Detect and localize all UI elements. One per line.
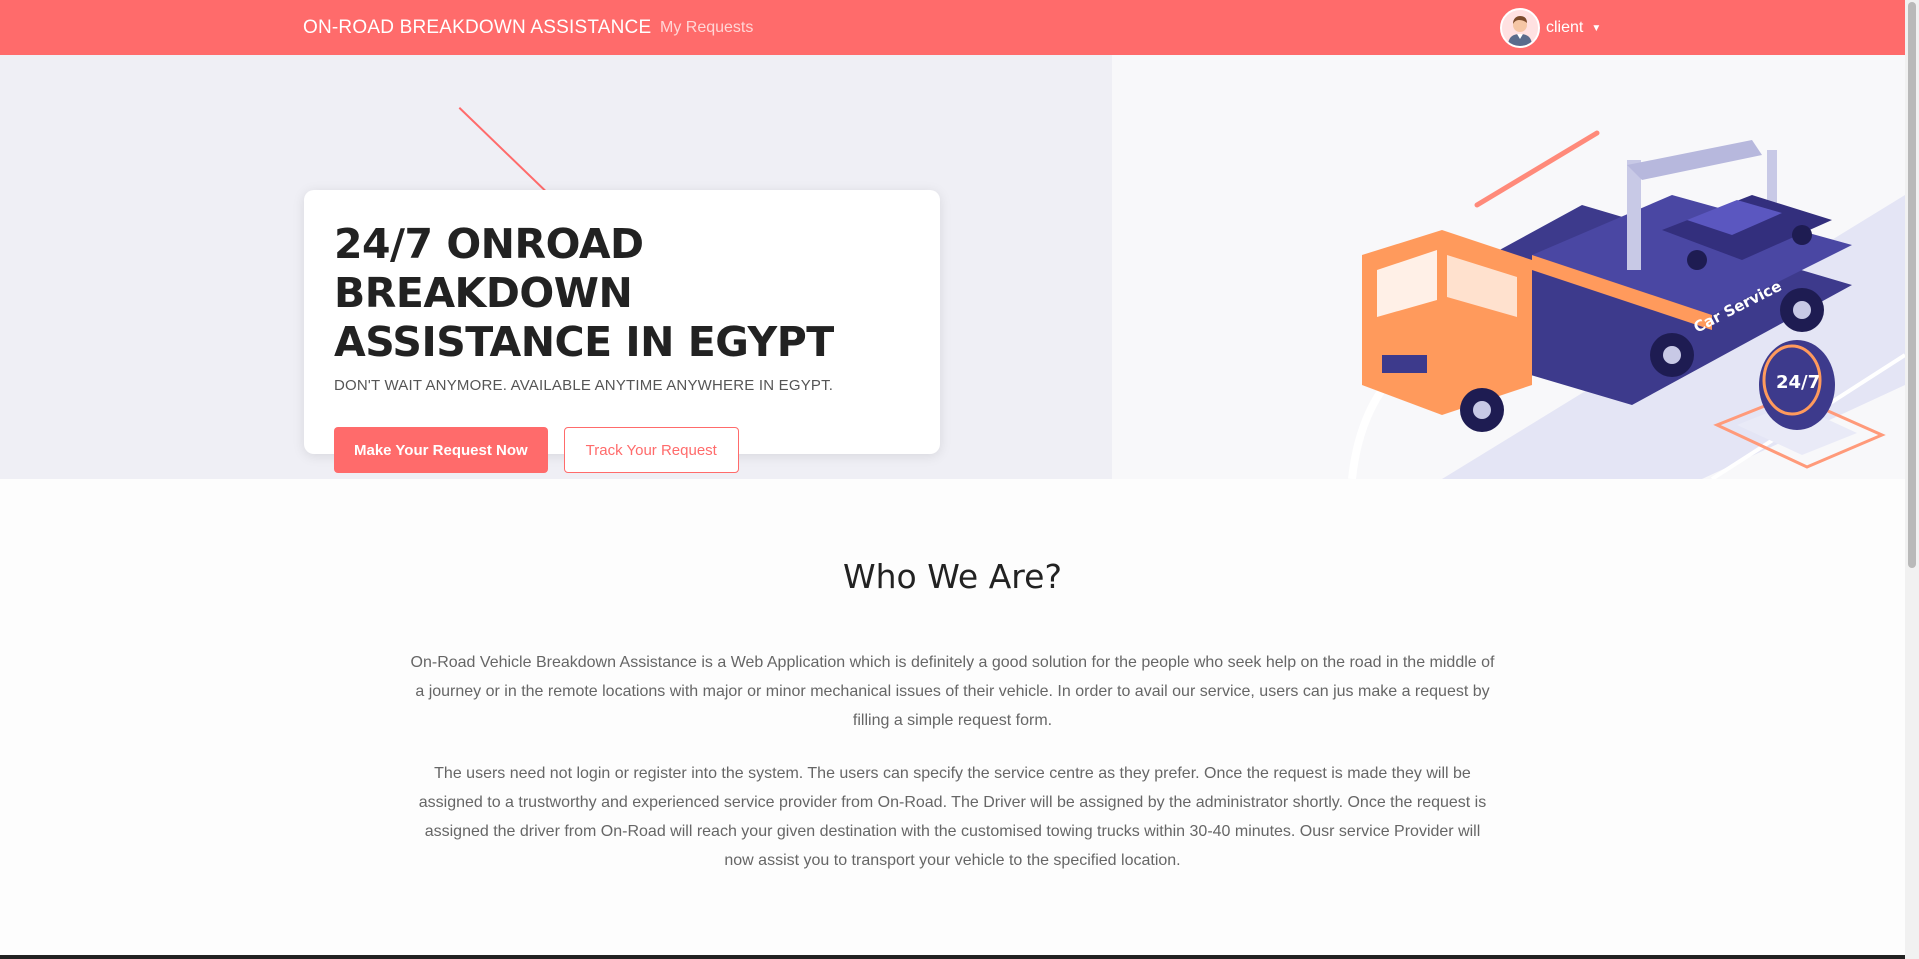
user-name: client bbox=[1546, 19, 1584, 36]
chevron-down-icon: ▼ bbox=[1591, 22, 1602, 34]
hero-title: 24/7 ONROAD BREAKDOWN ASSISTANCE IN EGYP… bbox=[334, 220, 834, 366]
nav-link-my-requests[interactable]: My Requests bbox=[660, 0, 753, 55]
hero-card: 24/7 ONROAD BREAKDOWN ASSISTANCE IN EGYP… bbox=[304, 190, 940, 473]
brand-link[interactable]: ON-ROAD BREAKDOWN ASSISTANCE bbox=[303, 0, 651, 55]
scrollbar-thumb[interactable] bbox=[1908, 2, 1916, 568]
hero-illustration-panel: Car Service 24/7 bbox=[1112, 55, 1905, 479]
top-navbar: ON-ROAD BREAKDOWN ASSISTANCE My Requests… bbox=[0, 0, 1905, 55]
hero-subtitle: DON'T WAIT ANYMORE. AVAILABLE ANYTIME AN… bbox=[334, 377, 834, 394]
tow-truck-illustration: Car Service 24/7 bbox=[1348, 130, 1905, 479]
about-title: Who We Are? bbox=[843, 557, 1062, 596]
about-paragraph-2: The users need not login or register int… bbox=[418, 765, 1487, 869]
about-section: Who We Are? On-Road Vehicle Breakdown As… bbox=[0, 479, 1905, 959]
page-scrollbar[interactable] bbox=[1905, 0, 1919, 959]
hero-button-row: Make Your Request Now Track Your Request bbox=[334, 427, 910, 473]
badge-247: 24/7 bbox=[1776, 372, 1820, 393]
bottom-edge bbox=[0, 955, 1905, 959]
hero-section: 24/7 ONROAD BREAKDOWN ASSISTANCE IN EGYP… bbox=[0, 55, 1112, 479]
user-avatar-icon bbox=[1500, 8, 1540, 48]
user-menu-toggle[interactable]: client ▼ bbox=[1500, 8, 1601, 48]
make-request-button[interactable]: Make Your Request Now bbox=[334, 427, 548, 473]
about-paragraph-1: On-Road Vehicle Breakdown Assistance is … bbox=[410, 654, 1495, 729]
track-request-button[interactable]: Track Your Request bbox=[563, 427, 739, 473]
